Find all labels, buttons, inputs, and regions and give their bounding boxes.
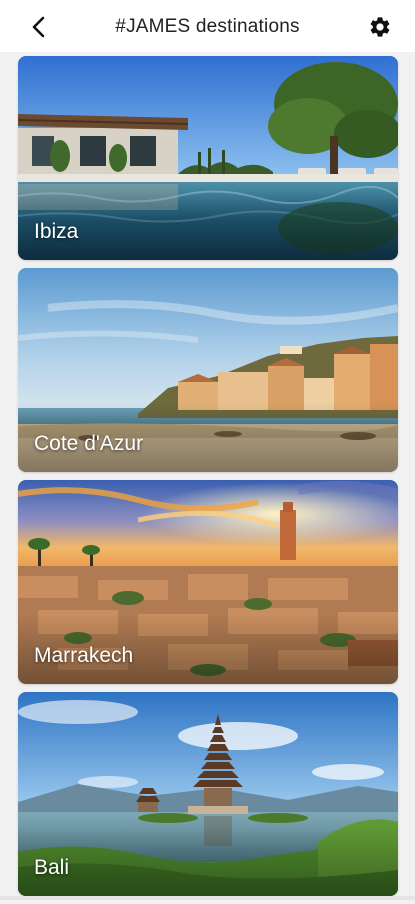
destination-card-bali[interactable]: Bali xyxy=(18,692,398,896)
destination-label: Cote d'Azur xyxy=(34,432,144,455)
settings-button[interactable] xyxy=(363,10,397,44)
app-header: #JAMES destinations xyxy=(0,0,415,52)
destinations-list: Ibiza Cote d'Azur Marrakech Bali xyxy=(18,56,398,904)
gear-icon xyxy=(370,17,390,37)
card-shade xyxy=(18,826,398,896)
destination-card-marrakech[interactable]: Marrakech xyxy=(18,480,398,684)
destination-card-cote-d-azur[interactable]: Cote d'Azur xyxy=(18,268,398,472)
destination-card-ibiza[interactable]: Ibiza xyxy=(18,56,398,260)
destination-label: Bali xyxy=(34,856,70,879)
destination-label: Ibiza xyxy=(34,220,79,243)
page-title: #JAMES destinations xyxy=(115,16,300,37)
destination-label: Marrakech xyxy=(34,644,134,667)
bottom-edge xyxy=(0,896,415,900)
